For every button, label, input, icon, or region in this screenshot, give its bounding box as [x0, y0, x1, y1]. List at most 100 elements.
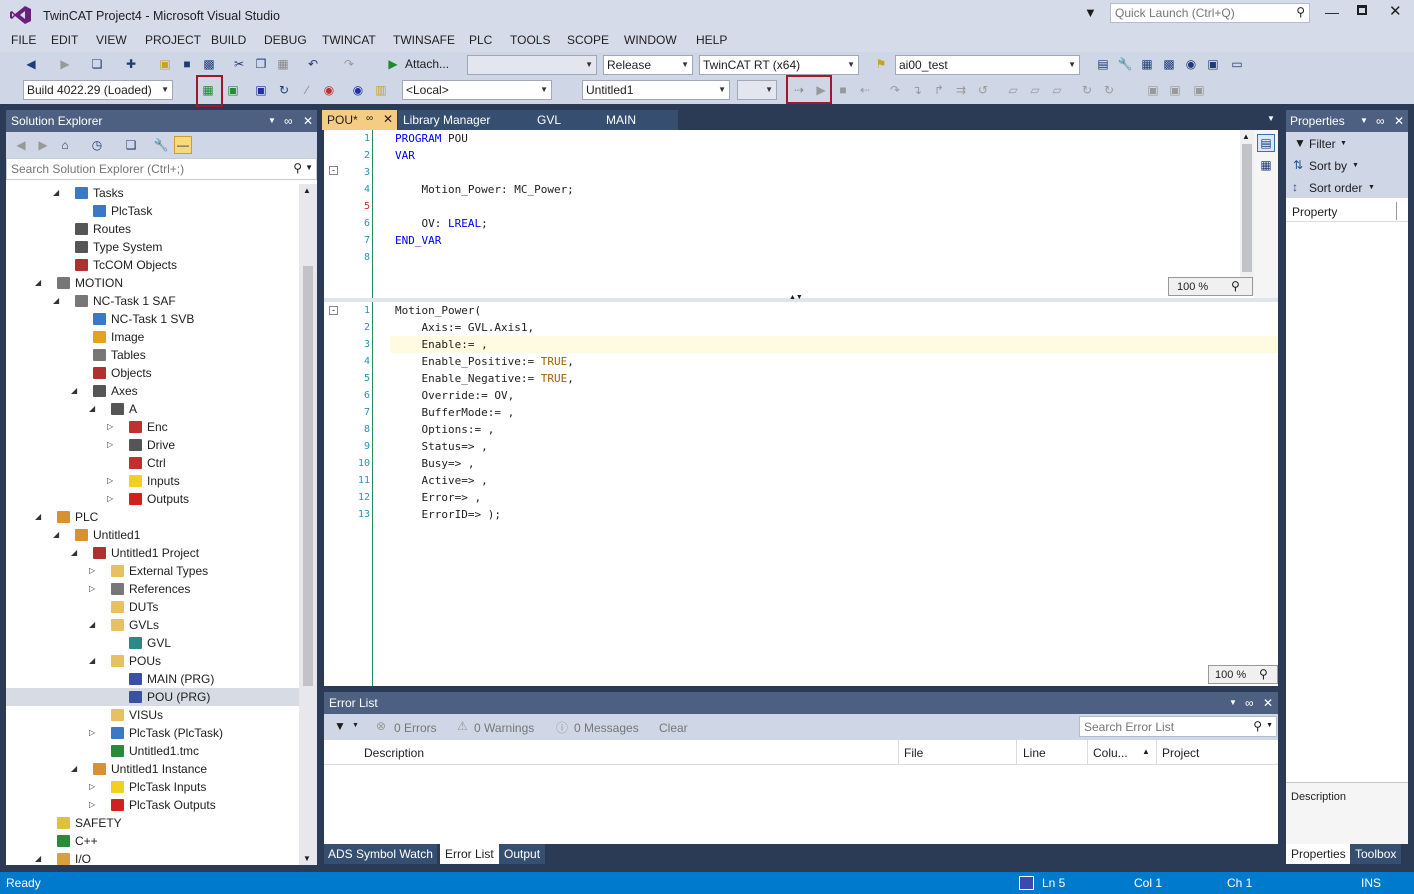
sort-order-button[interactable]: Sort order — [1309, 181, 1362, 195]
plc-instance-combo[interactable]: ▼ — [737, 80, 777, 100]
code-line[interactable]: Override:= OV, — [395, 387, 514, 404]
target-system-icon[interactable]: ⚑ — [872, 55, 890, 73]
breakpoint-list-icon[interactable]: ▣ — [1166, 81, 1184, 99]
column-line[interactable]: Line — [1023, 746, 1046, 760]
menu-twinsafe[interactable]: TWINSAFE — [393, 33, 455, 47]
tree-item[interactable]: PlcTask — [6, 202, 299, 220]
menu-help[interactable]: HELP — [696, 33, 727, 47]
quick-launch-box[interactable]: ⚲ — [1110, 3, 1310, 23]
menu-twincat[interactable]: TWINCAT — [322, 33, 376, 47]
expanded-arrow-icon[interactable]: ◢ — [53, 184, 59, 202]
step-over-icon[interactable]: ↷ — [886, 81, 904, 99]
tab-overflow-icon[interactable]: ▼ — [1267, 114, 1275, 123]
home-icon[interactable]: ⌂ — [56, 136, 74, 154]
tree-item[interactable]: Image — [6, 328, 299, 346]
show-all-icon[interactable]: — — [174, 136, 192, 154]
collapsed-arrow-icon[interactable]: ▷ — [107, 418, 113, 436]
impl-zoom-icon[interactable]: ⚲ — [1259, 667, 1268, 681]
props-pin-icon[interactable]: ∞ — [1376, 110, 1385, 132]
tree-item[interactable]: Tables — [6, 346, 299, 364]
tree-item[interactable]: ◢ NC-Task 1 SAF — [6, 292, 299, 310]
breakpoint-toggle-icon[interactable]: ▣ — [1190, 81, 1208, 99]
step-out-icon[interactable]: ↱ — [930, 81, 948, 99]
cut-icon[interactable]: ✂ — [230, 55, 248, 73]
back-icon[interactable]: ◀ — [22, 55, 40, 73]
target-system-combo[interactable]: ai00_test ▼ — [895, 55, 1080, 75]
toolbar-tool-5-icon[interactable]: ◉ — [1182, 55, 1200, 73]
errors-toggle[interactable]: 0 Errors — [394, 721, 437, 735]
filter-dropdown-icon[interactable]: ▼ — [1340, 140, 1347, 147]
expanded-arrow-icon[interactable]: ◢ — [53, 526, 59, 544]
tree-item[interactable]: Untitled1.tmc — [6, 742, 299, 760]
build-version-combo[interactable]: Build 4022.29 (Loaded) ▼ — [23, 80, 173, 100]
new-project-icon[interactable]: ❏ — [88, 55, 106, 73]
collapse-all-icon[interactable]: ❏ — [122, 136, 140, 154]
unforce-values-icon[interactable]: ▱ — [1048, 81, 1066, 99]
solution-config-combo[interactable]: Release ▼ — [603, 55, 693, 75]
menu-window[interactable]: WINDOW — [624, 33, 677, 47]
save-all-icon[interactable]: ▩ — [200, 55, 218, 73]
tree-item[interactable]: C++ — [6, 832, 299, 850]
props-close-icon[interactable]: ✕ — [1394, 110, 1404, 132]
impl-zoom-box[interactable]: 100 % ⚲ — [1208, 665, 1278, 684]
implementation-pane[interactable]: - 1 Motion_Power(2 Axis:= GVL.Axis1, 3 Ena… — [324, 302, 1278, 686]
menu-plc[interactable]: PLC — [469, 33, 492, 47]
expanded-arrow-icon[interactable]: ◢ — [89, 616, 95, 634]
target-browse-icon[interactable]: ◉ — [320, 81, 338, 99]
menu-build[interactable]: BUILD — [211, 33, 246, 47]
tree-item[interactable]: DUTs — [6, 598, 299, 616]
tree-item[interactable]: ◢ I/O — [6, 850, 299, 865]
code-line[interactable]: Motion_Power: MC_Power; — [395, 181, 573, 198]
save-icon[interactable]: ■ — [178, 55, 196, 73]
tree-item[interactable]: ◢ A — [6, 400, 299, 418]
code-line[interactable]: Motion_Power( — [395, 302, 481, 319]
paste-icon[interactable]: ▦ — [274, 55, 292, 73]
code-line[interactable]: Enable_Positive:= TRUE, — [395, 353, 573, 370]
menu-tools[interactable]: TOOLS — [510, 33, 550, 47]
textual-view-icon[interactable]: ▤ — [1257, 134, 1275, 152]
scroll-up-icon[interactable]: ▲ — [303, 186, 311, 195]
expanded-arrow-icon[interactable]: ◢ — [35, 274, 41, 292]
attach-button[interactable]: Attach... — [405, 57, 449, 71]
plc-tool-icon[interactable]: ▥ — [372, 81, 390, 99]
menu-project[interactable]: PROJECT — [145, 33, 201, 47]
column-project[interactable]: Project — [1162, 746, 1199, 760]
declaration-pane[interactable]: - 1 PROGRAM POU 2 VAR 3 4 Motion_Power: MC_Po… — [324, 130, 1278, 298]
props-menu-icon[interactable]: ▼ — [1360, 110, 1368, 132]
expanded-arrow-icon[interactable]: ◢ — [89, 652, 95, 670]
tab-library-manager[interactable]: Library Manager GVL MAIN — [398, 110, 678, 130]
debug-target-combo[interactable]: ▼ — [467, 55, 597, 75]
tab-pin-icon[interactable]: ∞ — [366, 113, 373, 124]
tree-item[interactable]: ▷ PlcTask (PlcTask) — [6, 724, 299, 742]
tree-item[interactable]: ▷ References — [6, 580, 299, 598]
login-icon[interactable]: ◉ — [349, 81, 367, 99]
step-into-icon[interactable]: ↴ — [908, 81, 926, 99]
toolbar-tool-6-icon[interactable]: ▣ — [1204, 55, 1222, 73]
tree-item[interactable]: ▷ Enc — [6, 418, 299, 436]
toolbar-tool-3-icon[interactable]: ▦ — [1138, 55, 1156, 73]
redo-icon[interactable]: ↷ — [340, 55, 358, 73]
decl-scroll-thumb[interactable] — [1242, 144, 1252, 272]
menu-file[interactable]: FILE — [11, 33, 36, 47]
se-forward-icon[interactable]: ▶ — [34, 136, 52, 154]
solution-search-box[interactable]: ⚲ ▼ — [6, 158, 317, 180]
tab-output[interactable]: Output — [499, 844, 546, 864]
expanded-arrow-icon[interactable]: ◢ — [71, 382, 77, 400]
panel-menu-icon[interactable]: ▼ — [268, 110, 276, 132]
menu-scope[interactable]: SCOPE — [567, 33, 609, 47]
tree-item[interactable]: VISUs — [6, 706, 299, 724]
open-icon[interactable]: ▣ — [156, 55, 174, 73]
expanded-arrow-icon[interactable]: ◢ — [71, 760, 77, 778]
expanded-arrow-icon[interactable]: ◢ — [35, 508, 41, 526]
toolbar-tool-4-icon[interactable]: ▩ — [1160, 55, 1178, 73]
solution-scrollbar[interactable]: ▲ ▼ — [299, 184, 317, 865]
tree-item[interactable]: Ctrl — [6, 454, 299, 472]
tree-item[interactable]: ▷ PlcTask Outputs — [6, 796, 299, 814]
pin-icon[interactable]: ∞ — [284, 110, 293, 132]
force-values-icon[interactable]: ▱ — [1026, 81, 1044, 99]
plc-stop-icon[interactable]: ■ — [834, 81, 852, 99]
tab-toolbox[interactable]: Toolbox — [1350, 844, 1402, 864]
menu-edit[interactable]: EDIT — [51, 33, 78, 47]
sort-by-button[interactable]: Sort by — [1309, 159, 1347, 173]
expanded-arrow-icon[interactable]: ◢ — [35, 850, 41, 865]
